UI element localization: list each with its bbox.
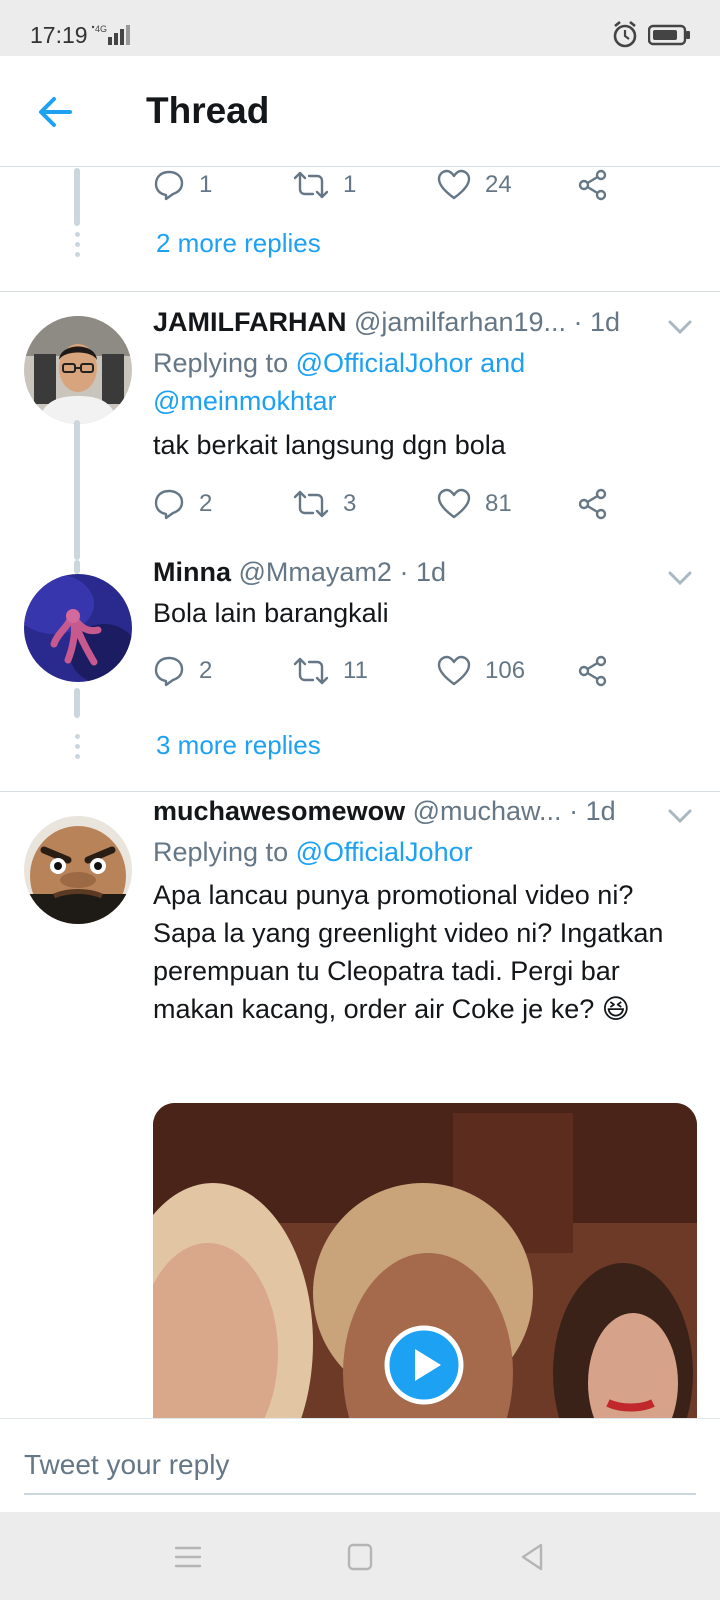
share-icon [578, 169, 607, 201]
retweet-icon [293, 490, 329, 518]
more-replies-link[interactable]: 2 more replies [156, 228, 321, 259]
thread-line [74, 168, 80, 226]
avatar-image [24, 574, 132, 682]
author-handle: @muchaw... [412, 796, 562, 826]
tweet-actions: 2 3 81 [153, 484, 623, 524]
like-count: 81 [485, 490, 512, 517]
reply-bar [0, 1418, 720, 1512]
heart-icon [437, 488, 471, 519]
like-button[interactable]: 106 [437, 651, 525, 691]
battery-icon [648, 24, 690, 46]
tweet-actions: 1 1 24 [153, 165, 623, 205]
tweet-time: · 1d [569, 796, 616, 826]
menu-icon[interactable] [170, 1540, 206, 1574]
header: Thread [0, 56, 720, 167]
retweet-icon [293, 171, 329, 199]
retweet-count: 11 [343, 657, 368, 684]
reply-count: 2 [199, 490, 213, 517]
retweet-icon [293, 657, 329, 685]
chevron-down-icon[interactable] [666, 568, 694, 588]
system-nav-bar [0, 1512, 720, 1600]
replying-to: Replying to @OfficialJohor and @meinmokh… [153, 344, 690, 420]
tweet-text: Bola lain barangkali [153, 598, 389, 628]
share-icon [578, 655, 607, 687]
author-handle: @Mmayam2 [238, 557, 392, 587]
tweet-actions: 2 11 106 [153, 651, 623, 691]
reply-input[interactable] [24, 1437, 696, 1495]
chevron-down-icon[interactable] [666, 317, 694, 337]
status-bar: 17:19 4G [0, 0, 720, 56]
thread-line [74, 560, 80, 574]
author-name[interactable]: JAMILFARHAN [153, 307, 347, 337]
author-handle: @jamilfarhan19... [354, 307, 567, 337]
share-icon [578, 488, 607, 520]
reply-button[interactable]: 2 [153, 651, 212, 691]
chevron-down-icon[interactable] [666, 806, 694, 826]
tweet-meta: JAMILFARHAN @jamilfarhan19... · 1d [153, 307, 660, 343]
more-replies-link[interactable]: 3 more replies [156, 730, 321, 761]
tweet[interactable]: Minna @Mmayam2 · 1d Bola lain barangkali… [0, 557, 720, 791]
reply-icon [154, 656, 184, 687]
thread-dots [74, 232, 80, 262]
share-button[interactable] [577, 484, 609, 524]
heart-icon [437, 655, 471, 686]
replying-to-label: Replying to [153, 837, 289, 867]
like-button[interactable]: 81 [437, 484, 512, 524]
home-square-icon[interactable] [342, 1540, 378, 1574]
retweet-count: 1 [343, 171, 357, 198]
replying-to-label: Replying to [153, 348, 289, 378]
reply-button[interactable]: 1 [153, 165, 212, 205]
tweet-text: Apa lancau punya promotional video ni? S… [153, 880, 664, 1024]
avatar-image [24, 816, 132, 924]
thread-dots [74, 734, 80, 764]
signal-icon: 4G [92, 24, 130, 45]
like-count: 24 [485, 171, 512, 198]
play-icon[interactable] [384, 1325, 464, 1405]
share-button[interactable] [577, 165, 609, 205]
status-time: 17:19 [30, 22, 88, 48]
alarm-icon [613, 20, 637, 48]
page-title: Thread [146, 90, 270, 131]
share-button[interactable] [577, 651, 609, 691]
reply-icon [154, 489, 184, 520]
retweet-count: 3 [343, 490, 357, 517]
like-count: 106 [485, 657, 526, 684]
back-triangle-icon[interactable] [514, 1540, 550, 1574]
avatar[interactable] [24, 316, 132, 424]
video-thumbnail[interactable] [153, 1103, 697, 1418]
retweet-button[interactable]: 3 [293, 484, 356, 524]
partial-tweet: 1 1 24 2 more replies [0, 168, 720, 291]
tweet-meta: Minna @Mmayam2 · 1d [153, 557, 660, 593]
tweet-time: · 1d [399, 557, 446, 587]
avatar[interactable] [24, 816, 132, 924]
replying-to-mentions[interactable]: @OfficialJohor [296, 837, 473, 867]
avatar[interactable] [24, 574, 132, 682]
reply-icon [154, 170, 184, 201]
retweet-button[interactable]: 11 [293, 651, 368, 691]
tweet-meta: muchawesomewow @muchaw... · 1d [153, 796, 660, 832]
tweet[interactable]: JAMILFARHAN @jamilfarhan19... · 1d Reply… [0, 292, 720, 560]
author-name[interactable]: Minna [153, 557, 231, 587]
tweet-text: tak berkait langsung dgn bola [153, 430, 506, 460]
thread-line [74, 420, 80, 560]
heart-icon [437, 169, 471, 200]
avatar-image [24, 316, 132, 424]
svg-text:4G: 4G [95, 24, 107, 34]
like-button[interactable]: 24 [437, 165, 512, 205]
replying-to: Replying to @OfficialJohor [153, 833, 690, 871]
reply-count: 2 [199, 657, 213, 684]
thread-line [74, 688, 80, 718]
tweet-time: · 1d [573, 307, 621, 337]
retweet-button[interactable]: 1 [293, 165, 356, 205]
tweet[interactable]: muchawesomewow @muchaw... · 1d Replying … [0, 792, 720, 1418]
author-name[interactable]: muchawesomewow [153, 796, 405, 826]
reply-count: 1 [199, 171, 213, 198]
back-arrow-icon[interactable] [30, 86, 82, 138]
reply-button[interactable]: 2 [153, 484, 212, 524]
